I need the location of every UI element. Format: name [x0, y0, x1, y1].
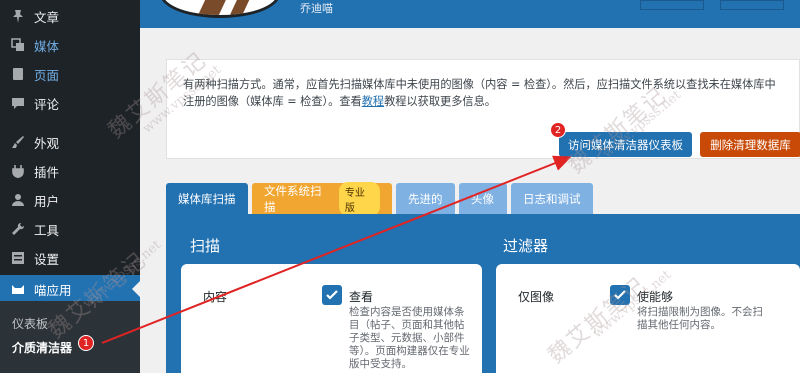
user-icon	[10, 192, 26, 208]
sidebar-item-label: 页面	[34, 67, 60, 83]
header-button[interactable]	[720, 0, 784, 10]
content-check-desc: 检查内容是否使用媒体条目（帖子、页面和其他帖子类型、元数据、小部件等）。页面构建…	[349, 306, 470, 370]
tab-media-library-scan[interactable]: 媒体库扫描	[166, 183, 248, 214]
sidebar-item-label: 文章	[34, 9, 60, 25]
tab-filesystem-scan[interactable]: 文件系统扫描 专业版	[252, 181, 392, 216]
sidebar-item-label: 设置	[34, 251, 60, 267]
sidebar-item-label: 媒体	[34, 38, 60, 54]
sidebar-item-pages[interactable]: 页面	[0, 60, 140, 88]
meow-icon	[10, 281, 26, 297]
info-text: 有两种扫描方式。通常，应首先扫描媒体库中未使用的图像（内容 = 检查）。然后，应…	[183, 76, 783, 110]
pro-badge: 专业版	[338, 181, 380, 216]
pin-icon	[10, 8, 26, 24]
sidebar-item-label: 评论	[34, 96, 60, 112]
submenu-item-media-cleaner[interactable]: 介质清洁器	[0, 339, 140, 356]
sidebar-item-label: 外观	[34, 135, 60, 151]
sidebar-item-tools[interactable]: 工具	[0, 215, 140, 243]
content-label: 内容	[203, 290, 228, 304]
tab-label: 头像	[471, 191, 494, 206]
tab-advanced[interactable]: 先进的	[396, 183, 455, 214]
tab-label: 先进的	[408, 191, 443, 206]
annotation-badge-2: 2	[550, 122, 566, 138]
sidebar-item-media[interactable]: 媒体	[0, 31, 140, 59]
content-check-checkbox[interactable]	[322, 285, 342, 305]
brush-icon	[10, 134, 26, 150]
scan-section-title: 扫描	[190, 237, 221, 255]
delete-db-button[interactable]: 删除清理数据库	[700, 132, 800, 157]
sidebar-item-label: 工具	[34, 222, 60, 238]
tab-label: 日志和调试	[523, 191, 581, 206]
wrench-icon	[10, 221, 26, 237]
sidebar-item-label: 喵应用	[34, 282, 72, 298]
tab-label: 文件系统扫描	[264, 183, 322, 214]
sidebar-item-posts[interactable]: 文章	[0, 2, 140, 30]
sidebar-item-label: 用户	[34, 193, 60, 209]
comment-icon	[10, 95, 26, 111]
sidebar-item-users[interactable]: 用户	[0, 186, 140, 214]
header-button[interactable]	[640, 0, 704, 10]
images-only-label: 仅图像	[518, 290, 555, 304]
settings-icon	[10, 250, 26, 266]
tab-avatar[interactable]: 头像	[459, 183, 507, 214]
tab-label: 媒体库扫描	[178, 191, 236, 206]
tab-logs-debug[interactable]: 日志和调试	[511, 183, 593, 214]
content-check-title: 查看	[349, 290, 374, 304]
app-name: 乔迪喵	[300, 2, 333, 15]
annotation-badge-1: 1	[78, 335, 94, 351]
info-box: 有两种扫描方式。通常，应首先扫描媒体库中未使用的图像（内容 = 检查）。然后，应…	[166, 59, 800, 159]
scan-card: 内容 查看 检查内容是否使用媒体条目（帖子、页面和其他帖子类型、元数据、小部件等…	[181, 264, 482, 373]
tutorial-link[interactable]: 教程	[362, 95, 384, 108]
images-only-desc: 将扫描限制为图像。不会扫描其他任何内容。	[637, 306, 763, 331]
media-icon	[10, 37, 26, 53]
sidebar-item-plugins[interactable]: 插件	[0, 157, 140, 185]
pages-icon	[10, 66, 26, 82]
info-text-end: 教程以获取更多信息。	[384, 95, 496, 108]
checkmark-icon	[326, 290, 338, 300]
plugin-icon	[10, 163, 26, 179]
filters-section-title: 过滤器	[503, 237, 549, 255]
sidebar-item-label: 插件	[34, 164, 60, 180]
